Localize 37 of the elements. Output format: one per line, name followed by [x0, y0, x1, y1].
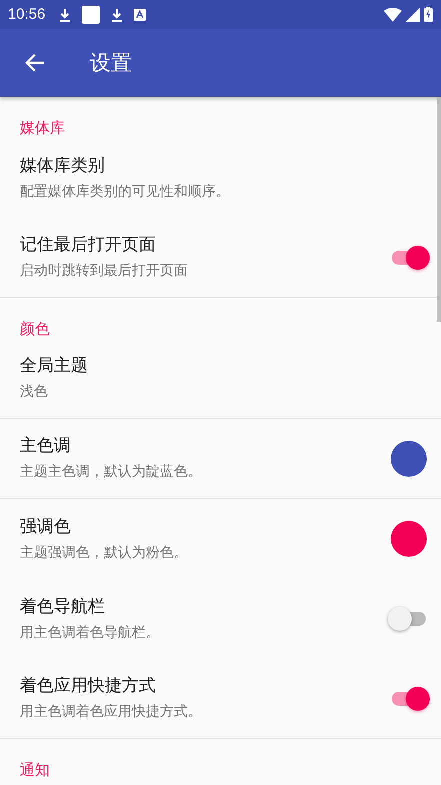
preference-summary: 浅色: [20, 383, 48, 402]
preference-title: 记住最后打开页面: [20, 234, 156, 257]
preference-summary: 用主色调着色应用快捷方式。: [20, 703, 202, 722]
battery-charging-icon: [424, 7, 433, 22]
preference-summary: 主题强调色，默认为粉色。: [20, 544, 188, 562]
preference-item[interactable]: 媒体库类别 配置媒体库类别的可见性和顺序。: [0, 138, 441, 218]
back-arrow-icon: [25, 53, 45, 73]
preference-title: 强调色: [20, 516, 71, 538]
preference-title: 媒体库类别: [20, 154, 105, 178]
preference-title: 着色导航栏: [20, 596, 105, 618]
preference-title: 全局主题: [20, 355, 88, 378]
preference-summary: 配置媒体库类别的可见性和顺序。: [20, 182, 230, 202]
back-button[interactable]: [24, 52, 46, 74]
download-icon: [110, 8, 124, 22]
cell-signal-icon: [406, 8, 420, 22]
notification-square-icon: [82, 6, 100, 24]
section-header: 媒体库: [19, 118, 66, 138]
toggle-switch[interactable]: [391, 686, 427, 712]
preference-title: 着色应用快捷方式: [20, 675, 156, 698]
wifi-icon: [384, 8, 402, 22]
preference-item[interactable]: 着色导航栏 用主色调着色导航栏。: [0, 579, 441, 659]
preference-summary: 用主色调着色导航栏。: [20, 624, 160, 642]
status-time: 10:56: [8, 6, 46, 23]
preference-title: 主色调: [20, 435, 71, 458]
preference-item[interactable]: 着色应用快捷方式 用主色调着色应用快捷方式。: [0, 659, 441, 739]
preference-summary: 启动时跳转到最后打开页面: [20, 262, 188, 281]
section-header: 通知: [19, 760, 51, 780]
preference-item[interactable]: 主色调 主题主色调，默认为靛蓝色。: [0, 419, 441, 499]
preference-item[interactable]: 全局主题 浅色: [0, 339, 441, 419]
screen-title: 设置: [90, 50, 132, 77]
toggle-switch[interactable]: [391, 606, 427, 632]
download-icon: [58, 8, 72, 22]
preference-item[interactable]: 强调色 主题强调色，默认为粉色。: [0, 499, 441, 579]
toggle-switch[interactable]: [391, 244, 427, 270]
preference-summary: 主题主色调，默认为靛蓝色。: [20, 463, 202, 482]
section-header: 颜色: [19, 319, 51, 339]
keyboard-letter-icon: [134, 8, 146, 20]
